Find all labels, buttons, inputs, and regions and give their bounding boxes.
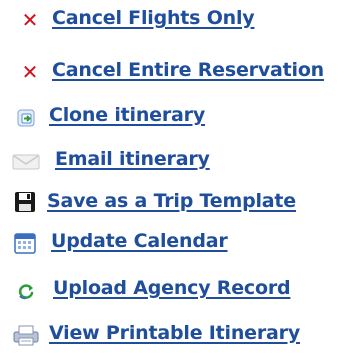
- floppy-disk-icon: [14, 191, 36, 213]
- cancel-entire-reservation-link[interactable]: Cancel Entire Reservation: [52, 59, 324, 81]
- envelope-icon: [12, 152, 42, 172]
- cancel-x-icon: ✕: [21, 60, 39, 84]
- cancel-x-icon: ✕: [21, 8, 39, 32]
- printer-icon: [12, 323, 40, 347]
- cancel-flights-only-link[interactable]: Cancel Flights Only: [52, 7, 255, 29]
- clone-icon: [16, 108, 36, 128]
- itinerary-actions-list: ✕ Cancel Flights Only ✕ Cancel Entire Re…: [0, 0, 362, 352]
- upload-agency-record-link[interactable]: Upload Agency Record: [53, 277, 291, 299]
- refresh-upload-icon: [16, 282, 36, 302]
- view-printable-itinerary-link[interactable]: View Printable Itinerary: [49, 322, 300, 344]
- calendar-icon: [14, 232, 36, 254]
- clone-itinerary-link[interactable]: Clone itinerary: [49, 104, 205, 126]
- save-trip-template-link[interactable]: Save as a Trip Template: [47, 190, 296, 212]
- email-itinerary-link[interactable]: Email itinerary: [55, 148, 210, 170]
- update-calendar-link[interactable]: Update Calendar: [51, 230, 228, 252]
